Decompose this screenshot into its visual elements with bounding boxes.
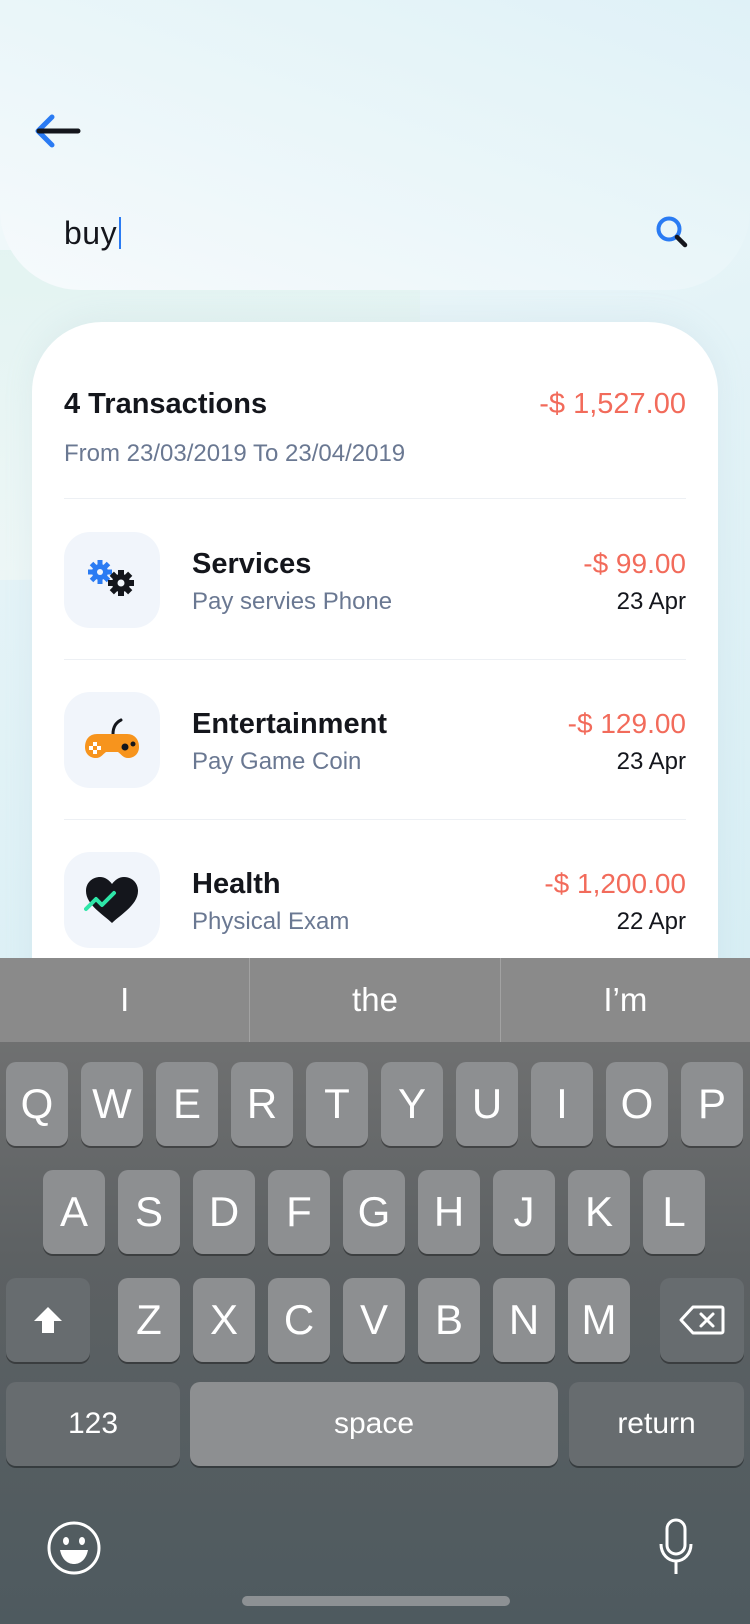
transaction-amount: -$ 1,200.00 xyxy=(544,868,686,899)
transaction-total: -$ 1,527.00 xyxy=(539,388,686,420)
back-button[interactable] xyxy=(30,105,86,161)
divider xyxy=(64,659,686,660)
text-caret xyxy=(119,217,122,249)
suggestion-bar: I the I’m xyxy=(0,958,750,1042)
key-w[interactable]: W xyxy=(81,1062,143,1146)
transaction-amount: -$ 99.00 xyxy=(583,548,686,579)
dictation-button[interactable] xyxy=(658,1518,694,1578)
transaction-amount: -$ 129.00 xyxy=(567,708,686,739)
return-key[interactable]: return xyxy=(569,1382,744,1466)
key-r[interactable]: R xyxy=(231,1062,293,1146)
backspace-icon xyxy=(679,1305,725,1335)
transaction-row-services[interactable]: Services Pay servies Phone -$ 99.00 23 A… xyxy=(64,532,686,628)
gears-icon xyxy=(88,560,134,596)
key-k[interactable]: K xyxy=(568,1170,630,1254)
key-q[interactable]: Q xyxy=(6,1062,68,1146)
shift-icon xyxy=(34,1307,62,1333)
transaction-date: 22 Apr xyxy=(616,908,686,935)
key-e[interactable]: E xyxy=(156,1062,218,1146)
transaction-icon-tile xyxy=(64,692,160,788)
key-j[interactable]: J xyxy=(493,1170,555,1254)
transaction-subtitle: Pay Game Coin xyxy=(192,748,362,775)
home-indicator[interactable] xyxy=(242,1596,510,1606)
transaction-date: 23 Apr xyxy=(616,748,686,775)
divider xyxy=(64,819,686,820)
backspace-key[interactable] xyxy=(660,1278,744,1362)
shift-key[interactable] xyxy=(6,1278,90,1362)
key-v[interactable]: V xyxy=(343,1278,405,1362)
key-i[interactable]: I xyxy=(531,1062,593,1146)
transaction-row-health[interactable]: Health Physical Exam -$ 1,200.00 22 Apr xyxy=(64,852,686,948)
suggestion[interactable]: I’m xyxy=(501,958,750,1042)
key-b[interactable]: B xyxy=(418,1278,480,1362)
numbers-key[interactable]: 123 xyxy=(6,1382,180,1466)
search-icon xyxy=(656,216,688,248)
transaction-count: 4 Transactions xyxy=(64,388,268,420)
key-m[interactable]: M xyxy=(568,1278,630,1362)
transaction-title: Services xyxy=(192,548,312,580)
key-p[interactable]: P xyxy=(681,1062,743,1146)
emoji-icon xyxy=(47,1521,101,1575)
divider xyxy=(64,498,686,499)
key-s[interactable]: S xyxy=(118,1170,180,1254)
key-y[interactable]: Y xyxy=(381,1062,443,1146)
space-key[interactable]: space xyxy=(190,1382,558,1466)
heart-pulse-icon xyxy=(84,877,138,923)
key-f[interactable]: F xyxy=(268,1170,330,1254)
key-u[interactable]: U xyxy=(456,1062,518,1146)
transaction-date: 23 Apr xyxy=(616,588,686,615)
arrow-left-icon xyxy=(35,114,81,148)
key-l[interactable]: L xyxy=(643,1170,705,1254)
key-o[interactable]: O xyxy=(606,1062,668,1146)
microphone-icon xyxy=(659,1518,693,1574)
suggestion[interactable]: I xyxy=(0,958,251,1042)
transaction-subtitle: Physical Exam xyxy=(192,908,350,935)
transactions-card: 4 Transactions -$ 1,527.00 From 23/03/20… xyxy=(32,322,718,1002)
search-query: buy xyxy=(64,215,118,251)
transaction-row-entertainment[interactable]: Entertainment Pay Game Coin -$ 129.00 23… xyxy=(64,692,686,788)
transaction-icon-tile xyxy=(64,532,160,628)
key-n[interactable]: N xyxy=(493,1278,555,1362)
keyboard: I the I’m Q W E R T Y U I O P A S D F G … xyxy=(0,958,750,1624)
key-t[interactable]: T xyxy=(306,1062,368,1146)
transaction-icon-tile xyxy=(64,852,160,948)
key-c[interactable]: C xyxy=(268,1278,330,1362)
transaction-title: Health xyxy=(192,868,281,900)
key-z[interactable]: Z xyxy=(118,1278,180,1362)
key-x[interactable]: X xyxy=(193,1278,255,1362)
transaction-subtitle: Pay servies Phone xyxy=(192,588,393,615)
key-h[interactable]: H xyxy=(418,1170,480,1254)
gamepad-icon xyxy=(85,718,139,758)
emoji-button[interactable] xyxy=(46,1520,102,1576)
key-a[interactable]: A xyxy=(43,1170,105,1254)
search-input[interactable]: buy xyxy=(64,215,122,252)
key-g[interactable]: G xyxy=(343,1170,405,1254)
key-d[interactable]: D xyxy=(193,1170,255,1254)
search-button[interactable] xyxy=(652,212,692,252)
search-header: buy xyxy=(0,0,750,290)
transaction-title: Entertainment xyxy=(192,708,387,740)
date-range: From 23/03/2019 To 23/04/2019 xyxy=(64,440,406,467)
suggestion[interactable]: the xyxy=(250,958,501,1042)
